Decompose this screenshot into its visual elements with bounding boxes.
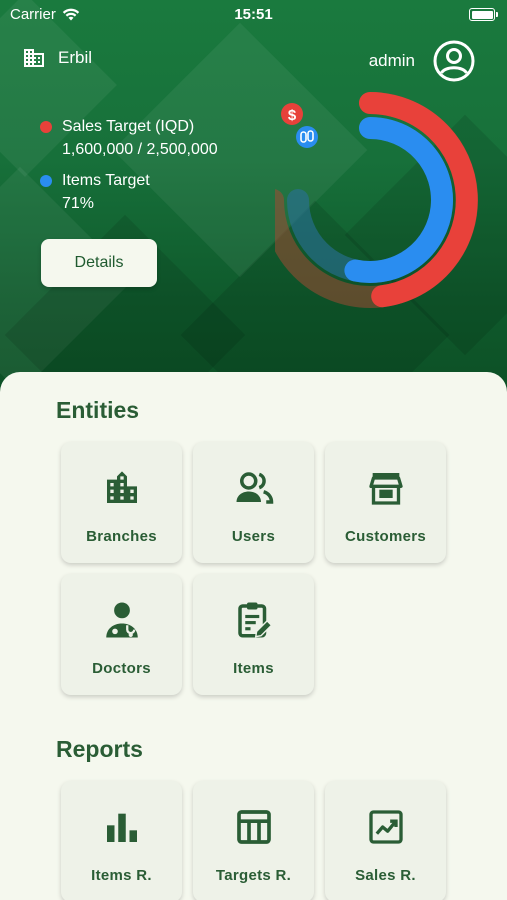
targets-legend: Sales Target (IQD) 1,600,000 / 2,500,000…	[40, 118, 218, 213]
account-circle-icon[interactable]	[433, 40, 475, 82]
sales-report-label: Sales R.	[355, 867, 416, 884]
doctors-tile[interactable]: Doctors	[61, 574, 182, 695]
battery-icon	[469, 8, 498, 21]
target-progress-ring: $	[275, 92, 478, 308]
items-dot	[40, 175, 52, 187]
items-report-label: Items R.	[91, 867, 152, 884]
store-icon	[368, 473, 403, 505]
sales-target-row: Sales Target (IQD)	[40, 118, 218, 136]
entities-title: Entities	[56, 397, 140, 423]
sales-target-label: Sales Target (IQD)	[62, 118, 195, 135]
svg-text:$: $	[288, 107, 297, 124]
doctors-label: Doctors	[92, 660, 151, 677]
customers-tile[interactable]: Customers	[325, 442, 446, 563]
branches-label: Branches	[86, 528, 157, 545]
building-icon	[24, 49, 44, 67]
branches-tile[interactable]: Branches	[61, 442, 182, 563]
items-target-label: Items Target	[62, 172, 150, 189]
details-button[interactable]: Details	[41, 239, 157, 287]
user-profile[interactable]: admin	[369, 40, 475, 82]
branch-selector[interactable]: Erbil	[22, 46, 92, 70]
main-panel: Entities Branches Users Customers Doctor…	[0, 372, 507, 900]
items-ring-progress	[344, 117, 453, 283]
items-target-row: Items Target	[40, 172, 218, 190]
trending-up-icon	[368, 810, 403, 844]
targets-report-tile[interactable]: Targets R.	[193, 781, 314, 900]
users-label: Users	[231, 528, 276, 545]
clipboard-edit-icon	[237, 602, 272, 638]
users-icon	[236, 472, 273, 504]
pills-icon	[296, 126, 318, 148]
users-tile[interactable]: Users	[193, 442, 314, 563]
building-icon	[106, 471, 137, 503]
doctor-icon	[105, 602, 138, 638]
sales-report-tile[interactable]: Sales R.	[325, 781, 446, 900]
table-icon	[236, 810, 271, 844]
customers-label: Customers	[344, 528, 427, 545]
sales-target-value: 1,600,000 / 2,500,000	[62, 141, 218, 158]
reports-title: Reports	[56, 736, 143, 762]
dollar-icon: $	[281, 103, 303, 125]
header-banner: Carrier 15:51 Erbil admin Sales Target (…	[0, 0, 507, 400]
items-report-tile[interactable]: Items R.	[61, 781, 182, 900]
username: admin	[368, 51, 415, 70]
items-tile[interactable]: Items	[193, 574, 314, 695]
targets-report-label: Targets R.	[215, 867, 292, 884]
branch-name: Erbil	[58, 48, 93, 67]
sales-dot	[40, 121, 52, 133]
clock: 15:51	[234, 6, 273, 23]
status-bar: Carrier 15:51	[0, 0, 507, 30]
items-target-value: 71%	[62, 195, 95, 212]
bar-chart-icon	[106, 813, 137, 842]
items-label: Items	[233, 660, 274, 677]
